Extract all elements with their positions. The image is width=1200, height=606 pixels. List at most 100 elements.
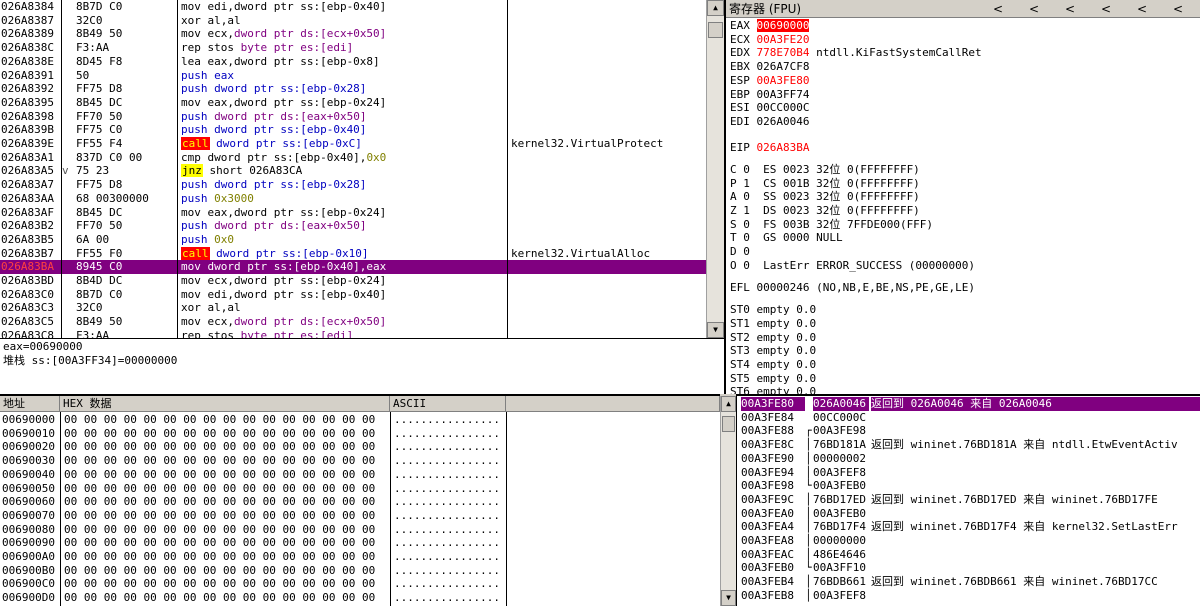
hex-ascii[interactable]: ................ [394,468,504,482]
hex-bytes[interactable]: 00 00 00 00 00 00 00 00 00 00 00 00 00 0… [64,454,389,468]
hex-row[interactable]: 006900A0 00 00 00 00 00 00 00 00 00 00 00… [0,550,720,564]
stack-row[interactable]: 00A3FE84 00CC000C [737,411,1200,425]
register-edi[interactable]: EDI 026A0046 [730,115,816,129]
disassembly-pane[interactable]: 026A8384 8B7D C0 mov edi,dword ptr ss:[ebp… [0,0,706,338]
hex-row[interactable]: 00690090 00 00 00 00 00 00 00 00 00 00 00… [0,536,720,550]
hex-bytes[interactable]: 00 00 00 00 00 00 00 00 00 00 00 00 00 0… [64,440,389,454]
chevron-left-icon[interactable]: < [1160,0,1196,18]
disasm-row[interactable]: 026A8389 8B49 50 mov ecx,dword ptr ds:[ecx… [0,27,706,41]
hex-ascii[interactable]: ................ [394,536,504,550]
disasm-row[interactable]: 026A8384 8B7D C0 mov edi,dword ptr ss:[ebp… [0,0,706,14]
hex-ascii[interactable]: ................ [394,413,504,427]
hex-row[interactable]: 00690010 00 00 00 00 00 00 00 00 00 00 00… [0,427,720,441]
hex-header-data[interactable]: HEX 数据 [60,396,390,412]
register-eax[interactable]: EAX 00690000 [730,19,816,33]
hex-row[interactable]: 006900C0 00 00 00 00 00 00 00 00 00 00 00… [0,577,720,591]
registers-nav-buttons[interactable]: < < < < < < [980,0,1196,18]
disasm-row[interactable]: 026A83BA 8945 C0 mov dword ptr ss:[ebp-0x4… [0,260,706,274]
fpu-register-row[interactable]: ST0 empty 0.0 [730,303,816,317]
disasm-row[interactable]: 026A83C0 8B7D C0 mov edi,dword ptr ss:[ebp… [0,288,706,302]
stack-value[interactable]: 76BD17F4 [813,520,869,534]
hex-row[interactable]: 00690050 00 00 00 00 00 00 00 00 00 00 00… [0,482,720,496]
hex-dump-pane[interactable]: 地址 HEX 数据 ASCII 00690000 00 00 00 00 00 0… [0,394,720,606]
stack-row[interactable]: 00A3FEA0 │ 00A3FEB0 [737,507,1200,521]
disasm-row[interactable]: 026A83A7 FF75 D8 push dword ptr ss:[ebp-0x… [0,178,706,192]
hex-ascii[interactable]: ................ [394,495,504,509]
disasm-row[interactable]: 026A83C3 32C0 xor al,al [0,301,706,315]
stack-row[interactable]: 00A3FE94 │ 00A3FEF8 [737,466,1200,480]
disasm-row[interactable]: 026A8398 FF70 50 push dword ptr ds:[eax+0x… [0,110,706,124]
hex-row[interactable]: 00690070 00 00 00 00 00 00 00 00 00 00 00… [0,509,720,523]
stack-row[interactable]: 00A3FEB4 │ 76BDB661 返回到 wininet.76BDB661 来自… [737,575,1200,589]
hex-ascii[interactable]: ................ [394,523,504,537]
hex-bytes[interactable]: 00 00 00 00 00 00 00 00 00 00 00 00 00 0… [64,564,389,578]
disasm-row[interactable]: 026A8387 32C0 xor al,al [0,14,706,28]
register-value[interactable]: 00CC000C [757,101,810,114]
hex-ascii[interactable]: ................ [394,440,504,454]
chevron-left-icon[interactable]: < [980,0,1016,18]
stack-value[interactable]: 76BDB661 [813,575,869,589]
hex-bytes[interactable]: 00 00 00 00 00 00 00 00 00 00 00 00 00 0… [64,591,389,605]
stack-value[interactable]: 00A3FE98 [813,424,869,438]
flag-segment-row[interactable]: S 0 FS 003B 32位 7FFDE000(FFF) [730,218,933,232]
register-value[interactable]: 026A83BA [757,141,810,154]
fpu-register-row[interactable]: ST1 empty 0.0 [730,317,816,331]
hex-row[interactable]: 00690000 00 00 00 00 00 00 00 00 00 00 00… [0,413,720,427]
disasm-row[interactable]: 026A8391 50 push eax [0,69,706,83]
register-value[interactable]: 026A7CF8 [757,60,810,73]
hex-ascii[interactable]: ................ [394,427,504,441]
disasm-row[interactable]: 026A838E 8D45 F8 lea eax,dword ptr ss:[ebp… [0,55,706,69]
hex-row[interactable]: 00690080 00 00 00 00 00 00 00 00 00 00 00… [0,523,720,537]
hex-bytes[interactable]: 00 00 00 00 00 00 00 00 00 00 00 00 00 0… [64,523,389,537]
stack-value[interactable]: 00000000 [813,534,869,548]
register-value[interactable]: 026A0046 [757,115,810,128]
disasm-row[interactable]: 026A839B FF75 C0 push dword ptr ss:[ebp-0x… [0,123,706,137]
chevron-left-icon[interactable]: < [1016,0,1052,18]
fpu-register-row[interactable]: ST6 empty 0.0 [730,385,816,394]
scroll-up-arrow-icon[interactable]: ▲ [721,396,736,412]
hex-row[interactable]: 00690020 00 00 00 00 00 00 00 00 00 00 00… [0,440,720,454]
stack-row[interactable]: 00A3FE98 └ 00A3FEB0 [737,479,1200,493]
stack-row[interactable]: 00A3FE80 026A0046 返回到 026A0046 来自 026A0046 [737,397,1200,411]
register-value[interactable]: 00A3FE80 [757,74,810,87]
fpu-register-row[interactable]: ST4 empty 0.0 [730,358,816,372]
hex-row[interactable]: 006900B0 00 00 00 00 00 00 00 00 00 00 00… [0,564,720,578]
disasm-row[interactable]: 026A838C F3:AA rep stos byte ptr es:[edi] [0,41,706,55]
chevron-left-icon[interactable]: < [1088,0,1124,18]
register-value[interactable]: 00A3FF74 [757,88,810,101]
hex-row[interactable]: 006900D0 00 00 00 00 00 00 00 00 00 00 00… [0,591,720,605]
disasm-row[interactable]: 026A83AF 8B45 DC mov eax,dword ptr ss:[ebp… [0,206,706,220]
flag-segment-row[interactable]: T 0 GS 0000 NULL [730,231,843,245]
stack-value[interactable]: 486E4646 [813,548,869,562]
hex-scrollbar[interactable]: ▲ ▼ [720,396,736,606]
stack-row[interactable]: 00A3FEAC │ 486E4646 [737,548,1200,562]
register-edx[interactable]: EDX 778E70B4 ntdll.KiFastSystemCallRet [730,46,982,60]
stack-row[interactable]: 00A3FE88 ┌ 00A3FE98 [737,424,1200,438]
disasm-row[interactable]: 026A83C5 8B49 50 mov ecx,dword ptr ds:[ecx… [0,315,706,329]
stack-row[interactable]: 00A3FE9C │ 76BD17ED 返回到 wininet.76BD17ED 来自… [737,493,1200,507]
hex-row[interactable]: 00690030 00 00 00 00 00 00 00 00 00 00 00… [0,454,720,468]
hex-ascii[interactable]: ................ [394,577,504,591]
stack-row[interactable]: 00A3FEB0 └ 00A3FF10 [737,561,1200,575]
scroll-thumb[interactable] [708,22,723,38]
register-value[interactable]: 00A3FE20 [757,33,810,46]
register-esi[interactable]: ESI 00CC000C [730,101,816,115]
hex-ascii[interactable]: ................ [394,482,504,496]
disasm-row[interactable]: 026A83B2 FF70 50 push dword ptr ds:[eax+0x… [0,219,706,233]
stack-value[interactable]: 76BD17ED [813,493,869,507]
flag-segment-row[interactable]: P 1 CS 001B 32位 0(FFFFFFFF) [730,177,920,191]
hex-ascii[interactable]: ................ [394,550,504,564]
fpu-register-row[interactable]: ST2 empty 0.0 [730,331,816,345]
stack-value[interactable]: 00A3FEF8 [813,466,869,480]
stack-value[interactable]: 00A3FF10 [813,561,869,575]
register-value[interactable]: 778E70B4 [757,46,810,59]
hex-row[interactable]: 00690060 00 00 00 00 00 00 00 00 00 00 00… [0,495,720,509]
fpu-register-row[interactable]: ST3 empty 0.0 [730,344,816,358]
disasm-row[interactable]: 026A83B5 6A 00 push 0x0 [0,233,706,247]
hex-bytes[interactable]: 00 00 00 00 00 00 00 00 00 00 00 00 00 0… [64,550,389,564]
disasm-row[interactable]: 026A83C8 F3:AA rep stos byte ptr es:[edi] [0,329,706,338]
register-ebp[interactable]: EBP 00A3FF74 [730,88,816,102]
stack-value[interactable]: 00CC000C [813,411,869,425]
registers-pane[interactable]: 寄存器 (FPU) < < < < < < EAX 00690000 ECX 00A3FE… [724,0,1200,394]
flag-segment-row[interactable]: C 0 ES 0023 32位 0(FFFFFFFF) [730,163,920,177]
